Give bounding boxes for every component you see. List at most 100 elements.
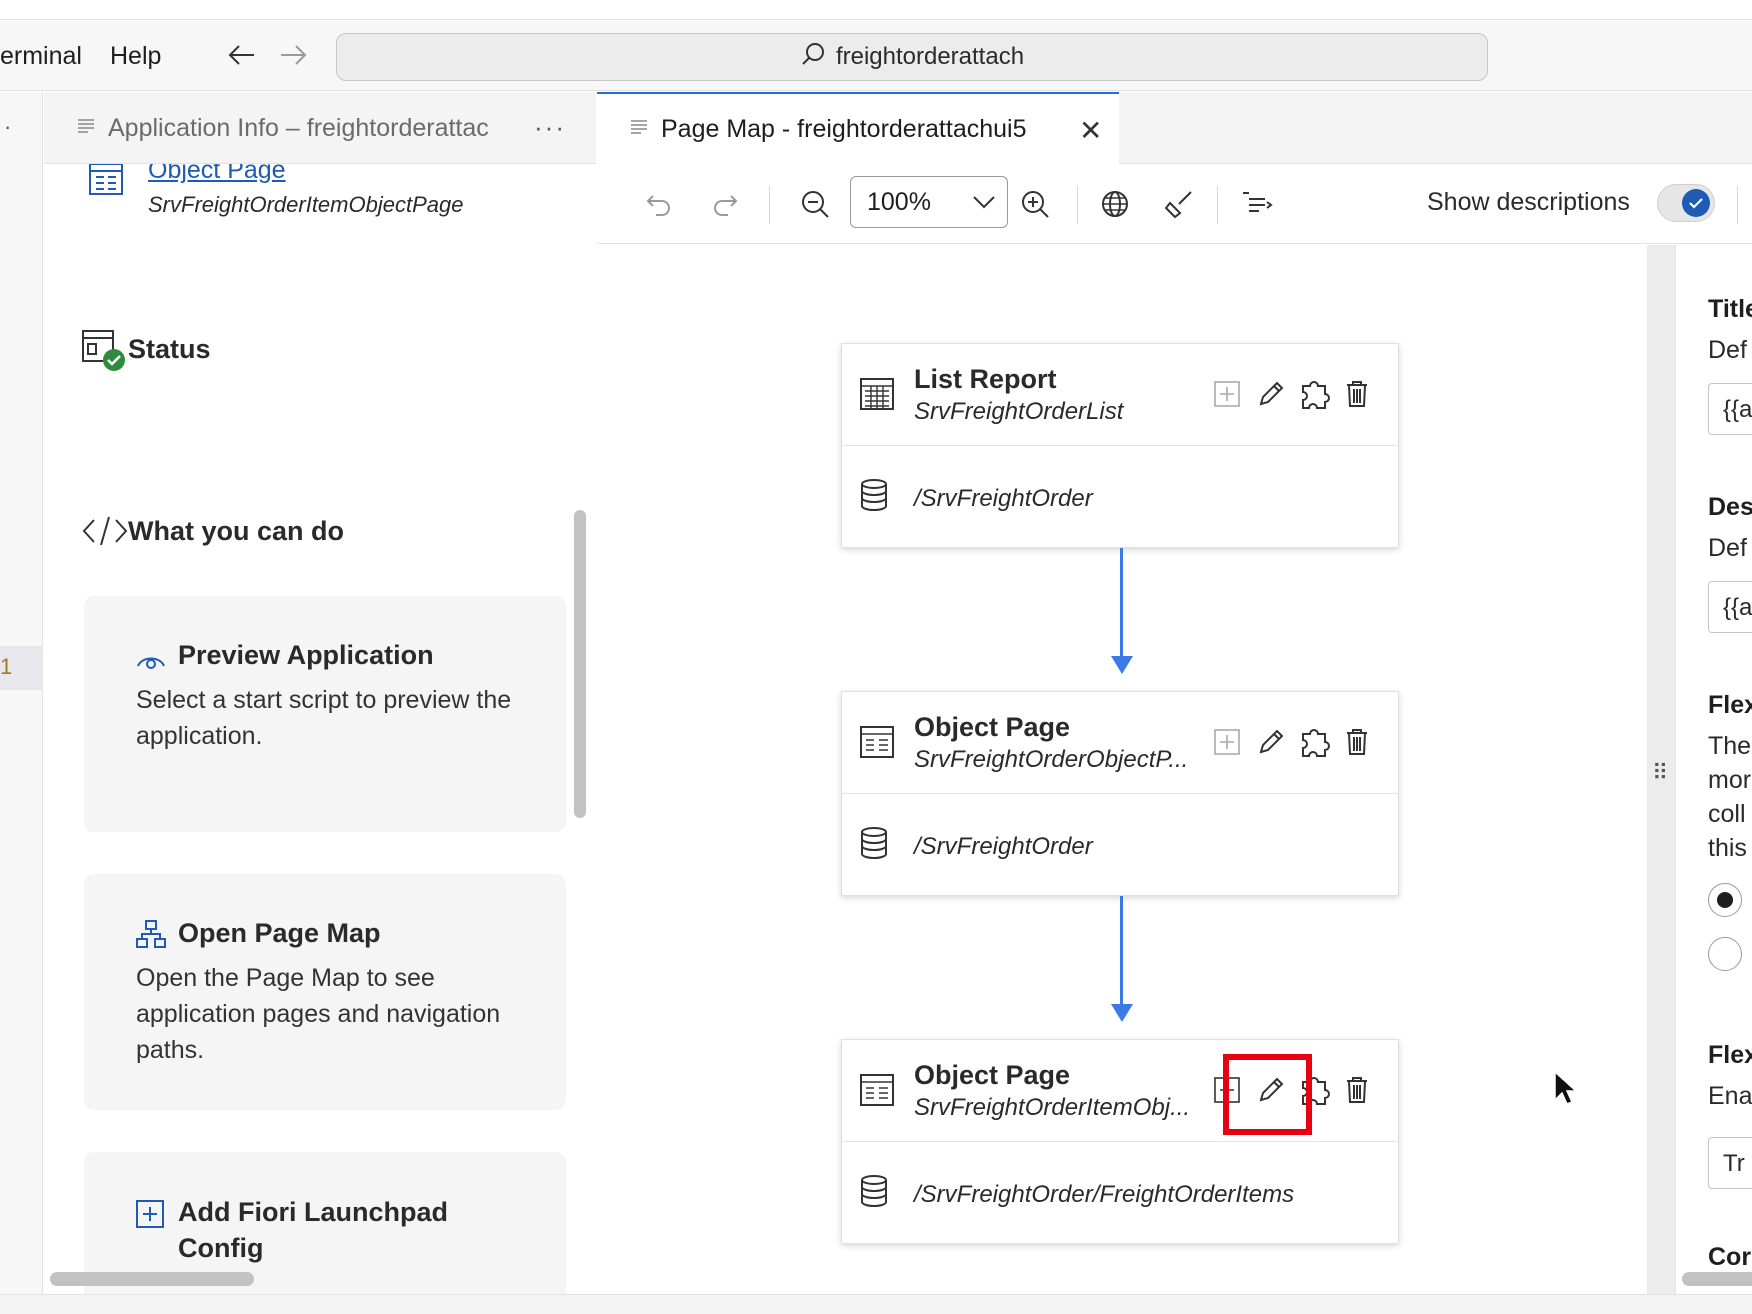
list-report-icon bbox=[860, 378, 894, 415]
menu-bar: erminal Help freightorderattach bbox=[0, 21, 1752, 91]
page-node-object-page[interactable]: Object Page SrvFreightOrderObjectP... /S… bbox=[841, 691, 1399, 896]
what-you-can-do-title: What you can do bbox=[128, 516, 344, 546]
show-descriptions-toggle[interactable] bbox=[1657, 184, 1715, 222]
properties-horizontal-scrollbar[interactable] bbox=[1682, 1272, 1752, 1286]
prop-title-input[interactable]: {{a bbox=[1708, 383, 1752, 435]
connector-arrow-icon bbox=[1111, 656, 1133, 674]
page-node-list-report[interactable]: List Report SrvFreightOrderList /SrvFrei… bbox=[841, 343, 1399, 548]
card-launchpad-title: Add Fiori Launchpad Config bbox=[178, 1197, 448, 1263]
more-actions-icon[interactable]: ··· bbox=[534, 112, 566, 143]
page-map-canvas[interactable]: List Report SrvFreightOrderList /SrvFrei… bbox=[597, 245, 1647, 1314]
page-node-title: Object Page bbox=[914, 1060, 1071, 1090]
eye-icon bbox=[136, 648, 166, 675]
puzzle-icon[interactable] bbox=[1296, 722, 1334, 762]
toolbar-divider bbox=[769, 186, 770, 224]
chevron-down-icon bbox=[971, 189, 997, 222]
page-node-actions bbox=[1208, 722, 1388, 762]
show-descriptions-label: Show descriptions bbox=[1427, 188, 1630, 216]
database-icon bbox=[860, 827, 888, 864]
status-bar bbox=[0, 1294, 1752, 1314]
tab-application-info[interactable]: Application Info – freightorderattac bbox=[44, 92, 524, 164]
command-search-box[interactable]: freightorderattach bbox=[336, 33, 1488, 81]
prop-flex-radio-on[interactable] bbox=[1708, 883, 1742, 917]
zoom-value: 100% bbox=[867, 187, 931, 216]
prop-description-input[interactable]: {{a bbox=[1708, 581, 1752, 633]
navigation-connector bbox=[1120, 896, 1123, 1006]
toolbar-divider bbox=[1217, 186, 1218, 224]
edit-pencil-icon[interactable] bbox=[1252, 722, 1290, 762]
navigation-connector bbox=[1120, 548, 1123, 658]
tab-page-map[interactable]: Page Map - freightorderattachui5 ✕ bbox=[597, 92, 1119, 165]
zoom-select[interactable]: 100% bbox=[850, 176, 1008, 228]
card-open-page-map[interactable]: Open Page Map Open the Page Map to see a… bbox=[84, 874, 566, 1110]
prop-description-text: Def bbox=[1708, 534, 1747, 562]
toolbar-divider bbox=[1077, 186, 1078, 224]
page-node-header: List Report SrvFreightOrderList bbox=[842, 344, 1398, 446]
highlight-box bbox=[1223, 1054, 1312, 1135]
delete-trash-icon[interactable] bbox=[1338, 722, 1376, 762]
zoom-out-icon[interactable] bbox=[797, 186, 833, 222]
search-text: freightorderattach bbox=[835, 43, 1025, 70]
tab-page-map-label: Page Map - freightorderattachui5 bbox=[661, 115, 1027, 143]
check-icon bbox=[1682, 189, 1710, 217]
prop-flex-text-line: mor bbox=[1708, 766, 1752, 794]
page-map-toolbar: 100% Show descriptions bbox=[597, 164, 1752, 244]
object-page-link[interactable]: Object Page bbox=[148, 164, 286, 185]
object-page-icon bbox=[860, 1074, 894, 1111]
page-node-actions bbox=[1208, 374, 1388, 414]
page-node-subtitle: SrvFreightOrderList bbox=[914, 398, 1124, 425]
status-title: Status bbox=[128, 334, 211, 364]
close-icon[interactable]: ✕ bbox=[1079, 114, 1102, 147]
object-page-icon bbox=[88, 164, 124, 201]
page-node-item-object-page[interactable]: Object Page SrvFreightOrderItemObj... /S… bbox=[841, 1039, 1399, 1244]
editor-tab-bar: Page Map - freightorderattachui5 ✕ bbox=[597, 92, 1752, 165]
tab-application-info-label: Application Info – freightorderattac bbox=[108, 113, 489, 142]
prop-last-heading: Cor bbox=[1708, 1243, 1752, 1271]
globe-icon[interactable] bbox=[1097, 186, 1133, 222]
prop-flex-radio-off[interactable] bbox=[1708, 937, 1742, 971]
card-preview-text: Select a start script to preview the app… bbox=[136, 686, 512, 750]
left-tab-bar: Application Info – freightorderattac ··· bbox=[44, 92, 596, 164]
forward-arrow-icon[interactable] bbox=[275, 37, 311, 73]
undo-icon[interactable] bbox=[641, 186, 677, 222]
drag-grip-icon[interactable]: ⠿ bbox=[1652, 760, 1668, 786]
delete-trash-icon[interactable] bbox=[1338, 374, 1376, 414]
add-section-icon[interactable] bbox=[1208, 374, 1246, 414]
status-check-icon bbox=[82, 330, 128, 377]
sitemap-icon bbox=[136, 920, 166, 953]
page-node-entity: /SrvFreightOrder bbox=[914, 485, 1093, 512]
object-page-icon bbox=[860, 726, 894, 763]
prop-flex2-description: Ena bbox=[1708, 1082, 1752, 1110]
menu-help[interactable]: Help bbox=[110, 42, 161, 71]
add-section-icon[interactable] bbox=[1208, 722, 1246, 762]
mouse-cursor-icon bbox=[1553, 1070, 1578, 1111]
broom-icon[interactable] bbox=[1161, 186, 1197, 222]
left-panel-scrollbar[interactable] bbox=[574, 510, 586, 818]
page-node-header: Object Page SrvFreightOrderObjectP... bbox=[842, 692, 1398, 794]
back-arrow-icon[interactable] bbox=[224, 37, 260, 73]
application-info-panel: Object Page SrvFreightOrderItemObjectPag… bbox=[44, 164, 596, 1294]
redo-icon[interactable] bbox=[707, 186, 743, 222]
file-lines-icon bbox=[76, 114, 96, 143]
zoom-in-icon[interactable] bbox=[1017, 186, 1053, 222]
edit-pencil-icon[interactable] bbox=[1252, 374, 1290, 414]
object-page-subtitle: SrvFreightOrderItemObjectPage bbox=[148, 192, 464, 217]
card-preview-application[interactable]: Preview Application Select a start scrip… bbox=[84, 596, 566, 832]
prop-title-heading: Title bbox=[1708, 295, 1752, 323]
delete-trash-icon[interactable] bbox=[1338, 1070, 1376, 1110]
activity-more-icon[interactable]: · bbox=[4, 114, 11, 140]
prop-flex2-select[interactable]: Tr bbox=[1708, 1137, 1752, 1189]
activity-badge: 1 bbox=[0, 654, 13, 679]
puzzle-icon[interactable] bbox=[1296, 374, 1334, 414]
toolbar-divider bbox=[1737, 186, 1738, 224]
menu-terminal[interactable]: erminal bbox=[0, 42, 82, 71]
window-top-strip bbox=[0, 0, 1752, 20]
page-node-subtitle: SrvFreightOrderObjectP... bbox=[914, 746, 1189, 773]
code-icon bbox=[82, 516, 128, 551]
outline-icon[interactable] bbox=[1239, 186, 1275, 222]
prop-title-description: Def bbox=[1708, 336, 1747, 364]
prop-flex-heading: Flex bbox=[1708, 691, 1752, 719]
left-panel-horizontal-scrollbar[interactable] bbox=[50, 1272, 254, 1286]
page-node-title: List Report bbox=[914, 364, 1057, 394]
prop-flex-text-line: The bbox=[1708, 732, 1752, 760]
